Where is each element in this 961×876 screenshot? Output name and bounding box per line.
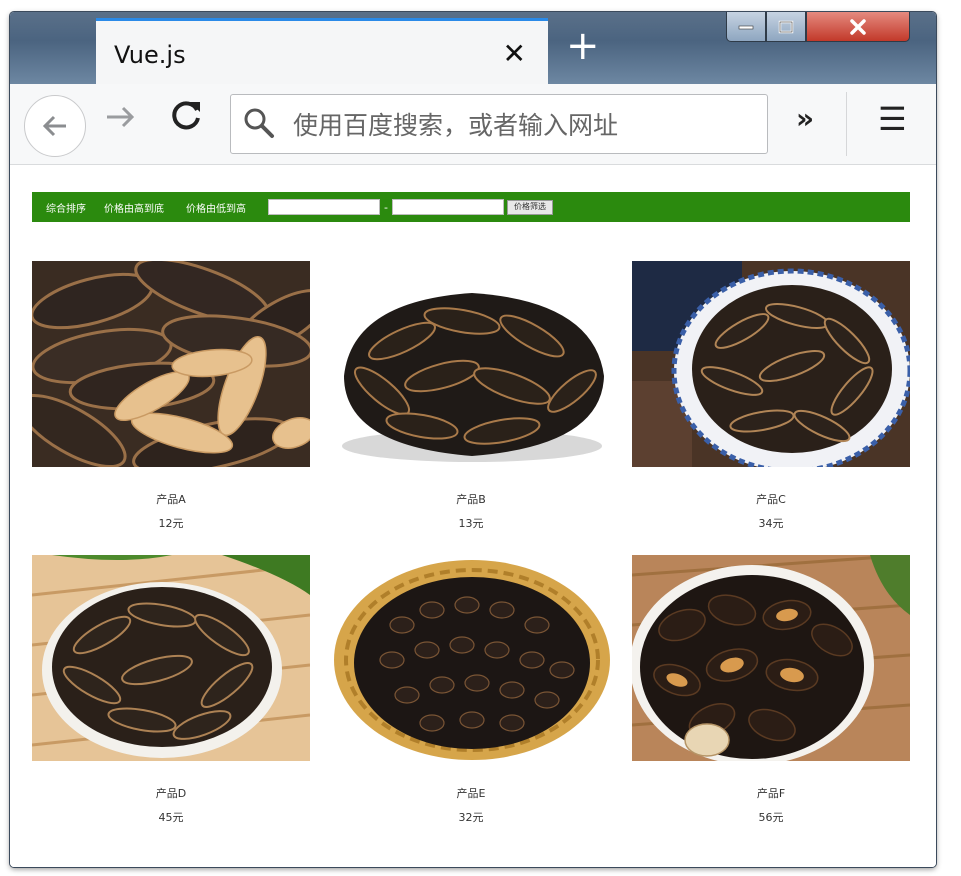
- product-card[interactable]: 产品E 32元: [332, 555, 610, 825]
- reload-button[interactable]: [170, 98, 204, 141]
- filter-bar: 综合排序 价格由高到底 价格由低到高 - 价格筛选: [32, 192, 910, 222]
- search-input[interactable]: [291, 105, 755, 145]
- forward-button[interactable]: [104, 102, 138, 140]
- product-image-seeds-white-bowl: [332, 261, 610, 467]
- search-icon: [244, 108, 274, 138]
- hamburger-menu-icon[interactable]: ☰: [878, 100, 907, 138]
- product-price: 13元: [458, 517, 484, 530]
- product-image-seeds-bamboo-mat: [32, 555, 310, 761]
- reload-icon: [172, 101, 200, 130]
- product-name: 产品D: [155, 787, 187, 800]
- browser-tab[interactable]: Vue.js ✕: [96, 18, 548, 84]
- price-filter-button[interactable]: 价格筛选: [506, 199, 553, 215]
- tab-title: Vue.js: [114, 41, 186, 69]
- product-name: 产品A: [156, 493, 186, 506]
- product-name: 产品C: [756, 493, 786, 506]
- page-content: 综合排序 价格由高到底 价格由低到高 - 价格筛选 产品A 12元 产品B 13…: [10, 165, 936, 867]
- new-tab-button[interactable]: +: [566, 26, 600, 66]
- minimize-button[interactable]: [726, 12, 766, 42]
- product-price: 34元: [758, 517, 784, 530]
- sort-high-low-link[interactable]: 价格由高到底: [104, 200, 164, 215]
- product-card[interactable]: 产品A 12元: [32, 261, 310, 531]
- sort-default-link[interactable]: 综合排序: [46, 200, 86, 215]
- minimize-icon: [738, 25, 754, 29]
- back-button[interactable]: [24, 95, 86, 157]
- browser-window: Vue.js ✕ + » ☰ 综合排序: [10, 12, 936, 867]
- product-card[interactable]: 产品C 34元: [632, 261, 910, 531]
- product-price: 32元: [458, 811, 484, 824]
- close-icon: [850, 18, 866, 35]
- product-price: 12元: [158, 517, 184, 530]
- maximize-icon: [778, 20, 794, 33]
- product-name: 产品F: [756, 787, 786, 800]
- product-image-watermelon-seeds: [632, 555, 910, 761]
- product-price: 56元: [758, 811, 784, 824]
- price-range-dash: -: [384, 200, 388, 214]
- nav-toolbar: » ☰: [10, 84, 936, 165]
- product-image-seeds-wicker-basket: [332, 555, 610, 761]
- overflow-chevron-icon[interactable]: »: [796, 102, 814, 135]
- maximize-button[interactable]: [766, 12, 806, 42]
- product-card[interactable]: 产品D 45元: [32, 555, 310, 825]
- address-bar[interactable]: [230, 94, 768, 154]
- title-bar: Vue.js ✕ +: [10, 12, 936, 84]
- product-price: 45元: [158, 811, 184, 824]
- tab-close-icon[interactable]: ✕: [503, 37, 526, 70]
- product-image-seeds-blue-bowl: [632, 261, 910, 467]
- sort-low-high-link[interactable]: 价格由低到高: [186, 200, 246, 215]
- product-card[interactable]: 产品F 56元: [632, 555, 910, 825]
- toolbar-divider: [846, 92, 847, 156]
- product-name: 产品B: [456, 493, 486, 506]
- product-name: 产品E: [456, 787, 486, 800]
- product-image-seeds-closeup: [32, 261, 310, 467]
- back-arrow-icon: [42, 115, 66, 137]
- forward-arrow-icon: [107, 106, 135, 128]
- min-price-input[interactable]: [268, 199, 380, 215]
- product-card[interactable]: 产品B 13元: [332, 261, 610, 531]
- close-window-button[interactable]: [806, 12, 910, 42]
- max-price-input[interactable]: [391, 199, 504, 215]
